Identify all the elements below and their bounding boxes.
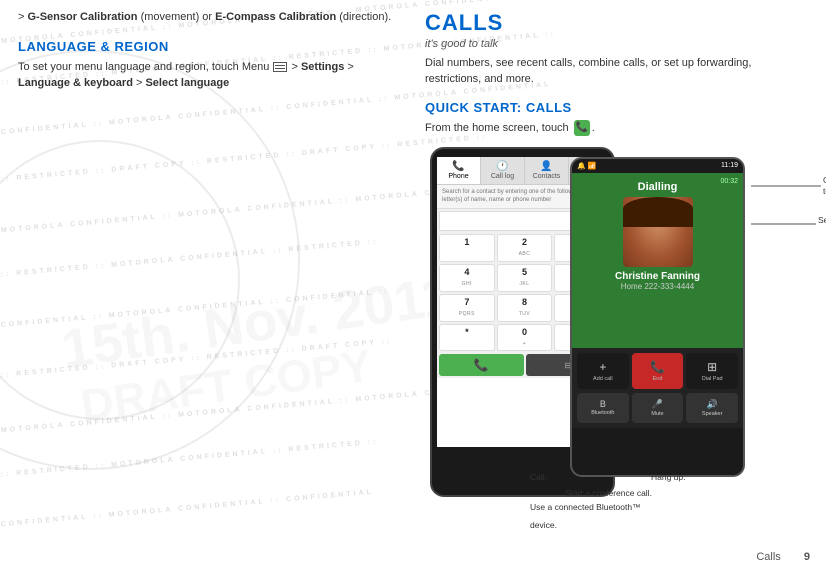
dialling-label: Dialling: [577, 181, 738, 193]
dial-key-0[interactable]: 0+: [497, 324, 553, 352]
end-call-label: End: [653, 376, 663, 382]
calling-actions-row: + Add call 📞 End ⊞ Dial Pad: [577, 353, 738, 389]
callout-send-text-text: Send a text message.: [818, 215, 826, 225]
tab-contacts-label: Contacts: [533, 173, 561, 180]
callout-call-text: Call.: [530, 472, 547, 482]
key-main: 4: [464, 267, 469, 277]
call-button-icon: 📞: [474, 358, 489, 372]
diagram-area: 📞 Phone 🕐 Call log 👤 Contacts ★ Favorite…: [425, 147, 815, 507]
intro-text: > G-Sensor Calibration (movement) or E-C…: [18, 10, 397, 25]
key-sub: +: [523, 341, 526, 347]
calling-green-area: Dialling 00:32 Christine Fanning Home 22…: [572, 173, 743, 348]
callout-hangup: Hang up.: [651, 467, 686, 485]
calls-title: CALLS: [425, 10, 810, 36]
dial-key-8[interactable]: 8 TUV: [497, 294, 553, 322]
mute-button[interactable]: 🎤 Mute: [632, 393, 684, 423]
end-call-icon: 📞: [650, 360, 665, 374]
right-column: CALLS it's good to talk Dial numbers, se…: [415, 0, 826, 567]
dial-key-4[interactable]: 4 GHI: [439, 264, 495, 292]
dial-key-2[interactable]: 2 ABC: [497, 234, 553, 262]
call-timer: 00:32: [720, 178, 738, 185]
e-compass-bold: E-Compass Calibration: [215, 11, 336, 23]
callout-bluetooth-text: Use a connected Bluetooth™device.: [530, 502, 641, 530]
key-sub: PQRS: [459, 311, 475, 317]
phone-tab-icon: 📞: [452, 161, 464, 172]
mute-label: Mute: [651, 411, 663, 417]
contacts-tab-icon: 👤: [540, 161, 552, 172]
caller-photo: [623, 197, 693, 267]
dial-key-1[interactable]: 1: [439, 234, 495, 262]
end-call-button[interactable]: 📞 End: [632, 353, 684, 389]
status-time: 11:19: [721, 162, 738, 169]
key-main: 7: [464, 297, 469, 307]
language-region-title: LANGUAGE & REGION: [18, 39, 397, 54]
tab-phone[interactable]: 📞 Phone: [437, 157, 481, 184]
page-number: 9: [804, 551, 810, 563]
dial-pad-button[interactable]: ⊞ Dial Pad: [686, 353, 738, 389]
calllog-tab-icon: 🕐: [496, 161, 508, 172]
calling-screen: 🔔 📶 11:19 Dialling 00:32 Christine Fanni…: [570, 157, 745, 477]
speaker-label: Speaker: [702, 411, 723, 417]
footer-label: Calls: [756, 551, 780, 563]
dial-key-7[interactable]: 7 PQRS: [439, 294, 495, 322]
g-sensor-bold: G-Sensor Calibration: [27, 11, 137, 23]
menu-icon: [273, 62, 287, 72]
dial-pad-label: Dial Pad: [702, 376, 723, 382]
language-keyboard-link: Language & keyboard: [18, 77, 133, 89]
callout-bluetooth: Use a connected Bluetooth™device.: [530, 497, 641, 533]
tab-calllog[interactable]: 🕐 Call log: [481, 157, 525, 184]
speaker-button[interactable]: 🔊 Speaker: [686, 393, 738, 423]
add-call-icon: +: [599, 360, 606, 374]
key-sub: JKL: [519, 281, 529, 287]
dial-key-5[interactable]: 5 JKL: [497, 264, 553, 292]
key-main: 1: [464, 237, 469, 247]
callout-hangup-text: Hang up.: [651, 472, 686, 482]
tab-phone-label: Phone: [448, 173, 468, 180]
key-main: 0: [522, 327, 527, 337]
key-main: 8: [522, 297, 527, 307]
callout-line-send-text: [751, 217, 826, 231]
key-sub: ABC: [519, 251, 531, 257]
settings-link: Settings: [301, 61, 344, 73]
calling-lower: + Add call 📞 End ⊞ Dial Pad B B: [572, 348, 743, 428]
tab-contacts[interactable]: 👤 Contacts: [525, 157, 569, 184]
add-call-button[interactable]: + Add call: [577, 353, 629, 389]
calls-subtitle: it's good to talk: [425, 38, 810, 50]
status-bar: 🔔 📶 11:19: [572, 159, 743, 173]
status-icons: 🔔 📶: [577, 162, 596, 170]
select-language-link: Select language: [145, 77, 229, 89]
dial-pad-icon: ⊞: [707, 360, 717, 374]
speaker-icon: 🔊: [707, 399, 718, 410]
tab-calllog-label: Call log: [491, 173, 514, 180]
calling-bottom-row: B Bluetooth 🎤 Mute 🔊 Speaker: [577, 393, 738, 423]
quick-start-title: QUICK START: CALLS: [425, 100, 810, 115]
key-main: *: [465, 327, 469, 337]
key-sub: GHI: [462, 281, 472, 287]
key-main: 5: [522, 267, 527, 277]
callout-call: Call.: [530, 467, 547, 485]
callout-line-open-list: [751, 177, 826, 195]
mute-icon: 🎤: [652, 399, 663, 410]
left-column: > G-Sensor Calibration (movement) or E-C…: [0, 0, 415, 567]
bluetooth-label: Bluetooth: [591, 410, 614, 416]
caller-photo-hair: [623, 197, 693, 227]
add-call-label: Add call: [593, 376, 613, 382]
caller-name: Christine Fanning: [577, 271, 738, 282]
language-region-body: To set your menu language and region, to…: [18, 60, 397, 92]
call-button[interactable]: 📞: [439, 354, 524, 376]
language-region-section: LANGUAGE & REGION To set your menu langu…: [18, 39, 397, 92]
phone-app-icon: [574, 120, 590, 136]
key-sub: TUV: [519, 311, 531, 317]
calls-description: Dial numbers, see recent calls, combine …: [425, 56, 810, 88]
bluetooth-icon: B: [600, 399, 606, 409]
key-main: 2: [522, 237, 527, 247]
dial-key-star[interactable]: *: [439, 324, 495, 352]
caller-type: Home 222-333-4444: [577, 282, 738, 291]
bluetooth-button[interactable]: B Bluetooth: [577, 393, 629, 423]
quick-start-text: From the home screen, touch .: [425, 120, 810, 137]
page-footer: Calls 9: [756, 551, 810, 563]
